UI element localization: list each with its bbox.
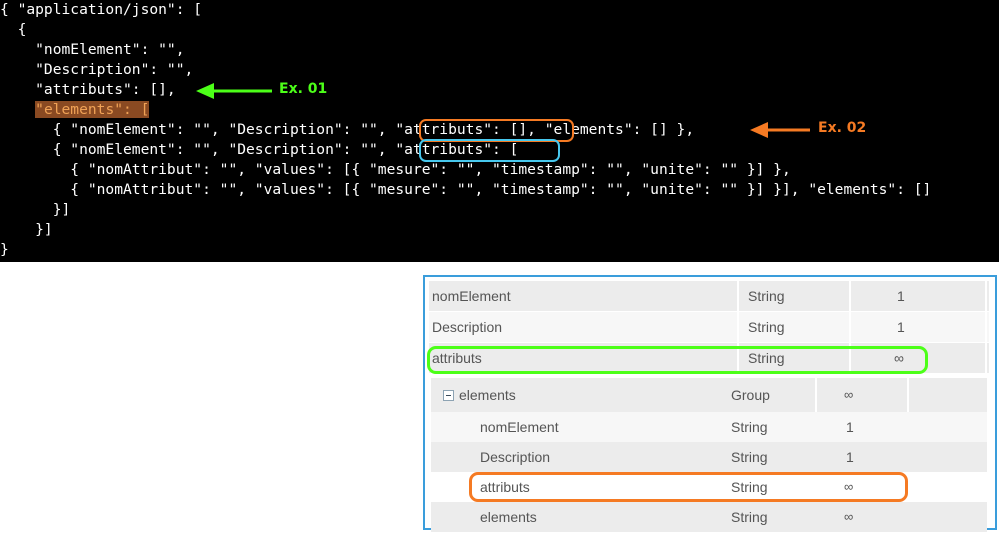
- row-count: 1: [897, 319, 905, 335]
- green-arrow-icon: [196, 83, 272, 99]
- code-line-7: { "nomElement": "", "Description": "", "…: [0, 121, 695, 138]
- code-line-5: "attributs": [],: [0, 81, 176, 98]
- code-line-3: "nomElement": "",: [0, 41, 185, 58]
- table-row[interactable]: elements String ∞: [431, 502, 987, 532]
- code-line-1: { "application/json": [: [0, 1, 203, 18]
- code-line-4: "Description": "",: [0, 61, 194, 78]
- group-count: ∞: [844, 387, 854, 402]
- collapse-minus-icon[interactable]: [443, 390, 454, 401]
- schema-table: nomElement String 1 Description String 1…: [423, 275, 997, 532]
- row-count: ∞: [844, 509, 854, 524]
- row-type: String: [731, 449, 768, 465]
- annotation-ex01: Ex. 01: [279, 81, 328, 97]
- top-attributs-ring: [427, 346, 928, 374]
- row-type: String: [731, 509, 768, 525]
- row-count: 1: [897, 288, 905, 304]
- row-count: 1: [846, 449, 854, 465]
- json-code-panel: { "application/json": [ { "nomElement": …: [0, 0, 999, 262]
- table-row[interactable]: Description String 1: [431, 442, 987, 472]
- code-line-11: }]: [0, 201, 71, 218]
- code-line-12: }]: [0, 221, 53, 238]
- attributs-open-ring: [419, 139, 560, 162]
- row-type: String: [748, 319, 785, 335]
- row-name: Description: [480, 449, 551, 465]
- group-type: Group: [731, 387, 770, 403]
- orange-arrow-icon: [750, 122, 810, 138]
- elements-group: elements Group ∞ nomElement String 1 Des…: [431, 378, 987, 532]
- row-type: String: [748, 288, 785, 304]
- code-line-2: {: [0, 21, 27, 38]
- group-name: elements: [459, 387, 516, 403]
- code-line-13: }: [0, 241, 9, 258]
- child-attributs-ring: [469, 472, 908, 502]
- annotation-ex02: Ex. 02: [818, 120, 867, 136]
- row-type: String: [731, 419, 768, 435]
- table-row[interactable]: nomElement String 1: [431, 412, 987, 442]
- highlighted-elements-key: "elements": [: [35, 101, 150, 118]
- row-name: nomElement: [432, 288, 511, 304]
- code-line-9: { "nomAttribut": "", "values": [{ "mesur…: [0, 161, 791, 178]
- row-name: Description: [432, 319, 503, 335]
- code-line-10: { "nomAttribut": "", "values": [{ "mesur…: [0, 181, 932, 198]
- table-row[interactable]: nomElement String 1: [429, 281, 989, 311]
- code-line-6: "elements": [: [0, 100, 150, 120]
- row-name: elements: [480, 509, 537, 525]
- table-row[interactable]: Description String 1: [429, 312, 989, 342]
- row-count: 1: [846, 419, 854, 435]
- group-header-row[interactable]: elements Group ∞: [431, 378, 987, 412]
- row-name: nomElement: [480, 419, 559, 435]
